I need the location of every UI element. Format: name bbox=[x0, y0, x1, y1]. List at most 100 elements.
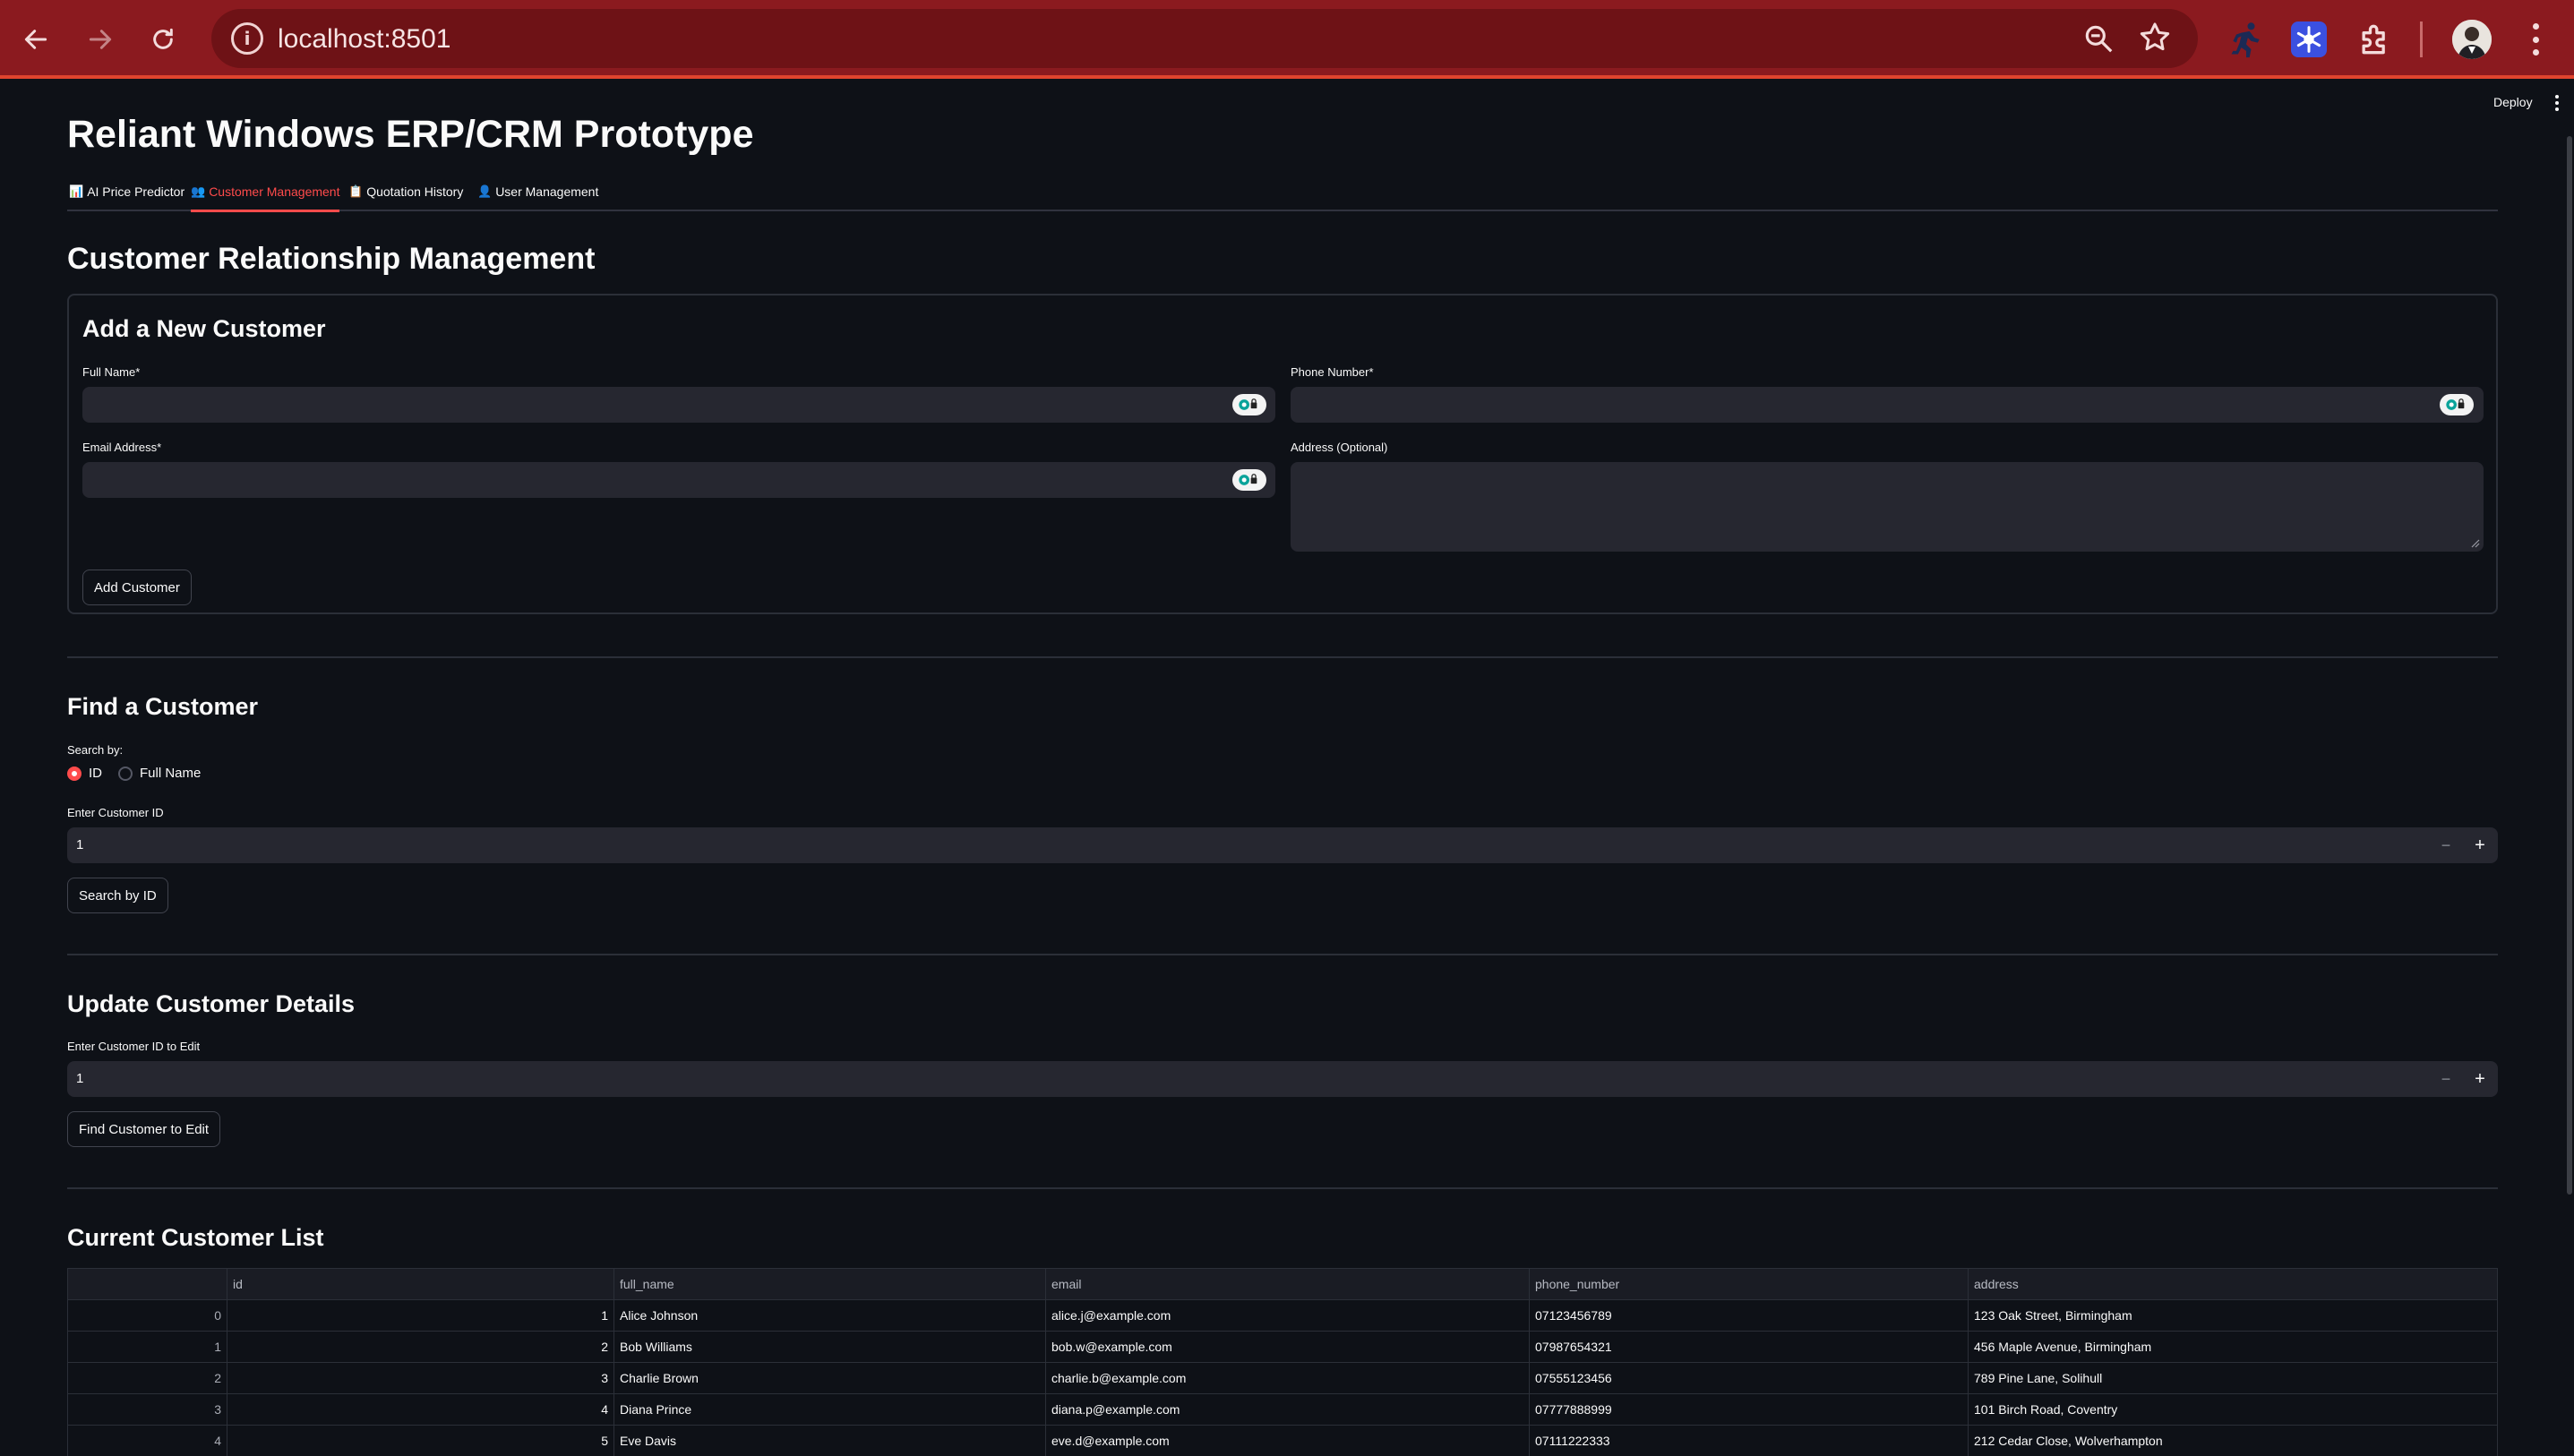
address-label: Address (Optional) bbox=[1291, 441, 1388, 454]
browser-menu-icon[interactable] bbox=[2522, 20, 2549, 59]
row-index: 2 bbox=[68, 1363, 227, 1394]
tab-ai-price-predictor[interactable]: 📊 AI Price Predictor bbox=[69, 183, 184, 211]
cell-email: eve.d@example.com bbox=[1046, 1426, 1530, 1456]
url-text: localhost:8501 bbox=[278, 24, 451, 54]
cell-full-name: Eve Davis bbox=[614, 1426, 1046, 1456]
email-address-input[interactable] bbox=[82, 462, 1275, 498]
browser-toolbar: i localhost:8501 bbox=[0, 0, 2574, 79]
search-by-label: Search by: bbox=[67, 743, 124, 757]
column-header-email[interactable]: email bbox=[1046, 1269, 1530, 1300]
cell-email: diana.p@example.com bbox=[1046, 1394, 1530, 1426]
section-divider bbox=[67, 954, 2498, 955]
row-index: 3 bbox=[68, 1394, 227, 1426]
bookmark-star-icon[interactable] bbox=[2137, 20, 2173, 56]
page-scrollbar[interactable] bbox=[2567, 136, 2572, 1195]
table-row[interactable]: 0 1 Alice Johnson alice.j@example.com 07… bbox=[68, 1300, 2497, 1332]
cell-phone-number: 07111222333 bbox=[1530, 1426, 1969, 1456]
radio-search-by-id[interactable]: ID bbox=[67, 766, 102, 781]
find-customer-to-edit-button[interactable]: Find Customer to Edit bbox=[67, 1111, 221, 1147]
extension-runner-icon[interactable] bbox=[2227, 20, 2266, 59]
cell-phone-number: 07777888999 bbox=[1530, 1394, 1969, 1426]
forward-icon[interactable] bbox=[77, 16, 124, 63]
column-header-index[interactable] bbox=[68, 1269, 227, 1300]
password-manager-icon[interactable] bbox=[2440, 394, 2474, 415]
toolbar-separator bbox=[2420, 21, 2423, 57]
table-row[interactable]: 4 5 Eve Davis eve.d@example.com 07111222… bbox=[68, 1426, 2497, 1456]
password-manager-icon[interactable] bbox=[1232, 469, 1266, 491]
email-address-label: Email Address* bbox=[82, 441, 162, 454]
cell-phone-number: 07987654321 bbox=[1530, 1332, 1969, 1363]
page-title: Reliant Windows ERP/CRM Prototype bbox=[67, 113, 754, 156]
radio-dot bbox=[67, 766, 82, 781]
cell-id: 2 bbox=[227, 1332, 614, 1363]
clipboard-icon: 📋 bbox=[348, 184, 364, 198]
password-manager-icon[interactable] bbox=[1232, 394, 1266, 415]
resize-grip-icon[interactable] bbox=[2469, 537, 2480, 548]
cell-phone-number: 07123456789 bbox=[1530, 1300, 1969, 1332]
section-divider bbox=[67, 656, 2498, 658]
column-header-id[interactable]: id bbox=[227, 1269, 614, 1300]
back-icon[interactable] bbox=[13, 16, 59, 63]
table-header-row: id full_name email phone_number address bbox=[68, 1269, 2497, 1300]
cell-id: 4 bbox=[227, 1394, 614, 1426]
extensions-puzzle-icon[interactable] bbox=[2355, 20, 2395, 59]
phone-number-input[interactable] bbox=[1291, 387, 2484, 423]
row-index: 4 bbox=[68, 1426, 227, 1456]
column-header-full-name[interactable]: full_name bbox=[614, 1269, 1046, 1300]
cell-address: 101 Birch Road, Coventry bbox=[1974, 1402, 2118, 1417]
full-name-input[interactable] bbox=[82, 387, 1275, 423]
customer-id-label: Enter Customer ID bbox=[67, 806, 164, 819]
decrement-button[interactable]: − bbox=[2433, 833, 2458, 858]
find-customer-heading: Find a Customer bbox=[67, 693, 259, 720]
radio-search-by-full-name[interactable]: Full Name bbox=[118, 766, 201, 781]
increment-button[interactable]: + bbox=[2467, 1066, 2492, 1092]
cell-full-name: Charlie Brown bbox=[614, 1363, 1046, 1394]
cell-email: alice.j@example.com bbox=[1046, 1300, 1530, 1332]
customer-id-value: 1 bbox=[76, 837, 84, 852]
customer-list-heading: Current Customer List bbox=[67, 1224, 324, 1251]
user-icon: 👤 bbox=[477, 184, 493, 198]
table-row[interactable]: 1 2 Bob Williams bob.w@example.com 07987… bbox=[68, 1332, 2497, 1363]
table-row[interactable]: 3 4 Diana Prince diana.p@example.com 077… bbox=[68, 1394, 2497, 1426]
tab-customer-management[interactable]: 👥 Customer Management bbox=[191, 183, 340, 212]
customer-table[interactable]: id full_name email phone_number address … bbox=[67, 1268, 2498, 1456]
table-row[interactable]: 2 3 Charlie Brown charlie.b@example.com … bbox=[68, 1363, 2497, 1394]
edit-customer-id-input[interactable]: 1 − + bbox=[67, 1061, 2498, 1097]
deploy-button[interactable]: Deploy bbox=[2493, 95, 2533, 109]
cell-address: 212 Cedar Close, Wolverhampton bbox=[1974, 1434, 2163, 1448]
zoom-icon[interactable] bbox=[2081, 21, 2115, 56]
cell-address: 789 Pine Lane, Solihull bbox=[1974, 1371, 2103, 1385]
cell-email: bob.w@example.com bbox=[1046, 1332, 1530, 1363]
increment-button[interactable]: + bbox=[2467, 833, 2492, 858]
search-by-id-button[interactable]: Search by ID bbox=[67, 878, 168, 913]
decrement-button[interactable]: − bbox=[2433, 1066, 2458, 1092]
address-bar[interactable]: i localhost:8501 bbox=[211, 9, 2198, 68]
cell-id: 3 bbox=[227, 1363, 614, 1394]
app-menu-icon[interactable] bbox=[2553, 95, 2561, 111]
row-index: 0 bbox=[68, 1300, 227, 1332]
address-textarea[interactable] bbox=[1291, 462, 2484, 552]
cell-full-name: Bob Williams bbox=[614, 1332, 1046, 1363]
cell-address: 456 Maple Avenue, Birmingham bbox=[1974, 1340, 2152, 1354]
customer-id-input[interactable]: 1 − + bbox=[67, 827, 2498, 863]
reload-icon[interactable] bbox=[140, 16, 186, 63]
cell-email: charlie.b@example.com bbox=[1046, 1363, 1530, 1394]
app-viewport: Deploy Reliant Windows ERP/CRM Prototype… bbox=[0, 82, 2574, 1456]
column-header-phone-number[interactable]: phone_number bbox=[1530, 1269, 1969, 1300]
tab-bar: 📊 AI Price Predictor 👥 Customer Manageme… bbox=[67, 183, 2498, 212]
chart-icon: 📊 bbox=[69, 184, 84, 198]
extension-snowflake-icon[interactable] bbox=[2291, 21, 2327, 57]
section-divider bbox=[67, 1187, 2498, 1189]
cell-phone-number: 07555123456 bbox=[1530, 1363, 1969, 1394]
cell-address: 123 Oak Street, Birmingham bbox=[1974, 1308, 2132, 1323]
column-header-address[interactable]: address bbox=[1969, 1269, 2497, 1300]
add-customer-button[interactable]: Add Customer bbox=[82, 570, 192, 605]
profile-avatar[interactable] bbox=[2452, 20, 2492, 59]
tab-user-management[interactable]: 👤 User Management bbox=[477, 183, 598, 211]
cell-full-name: Diana Prince bbox=[614, 1394, 1046, 1426]
radio-dot bbox=[118, 766, 133, 781]
tab-quotation-history[interactable]: 📋 Quotation History bbox=[348, 183, 463, 211]
site-info-icon[interactable]: i bbox=[231, 22, 263, 55]
edit-customer-id-value: 1 bbox=[76, 1071, 84, 1086]
people-icon: 👥 bbox=[191, 184, 206, 198]
